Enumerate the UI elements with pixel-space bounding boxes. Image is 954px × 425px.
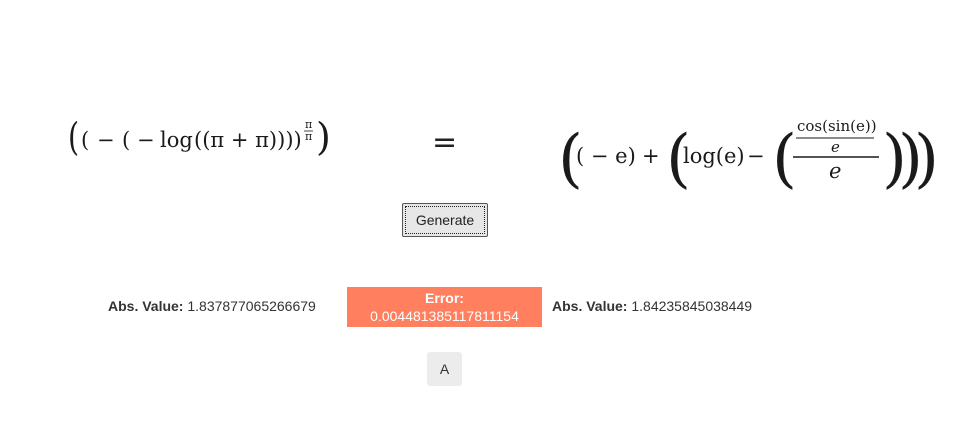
abs-value-right-label: Abs. Value: (552, 298, 628, 314)
lhs-minus-2: − (137, 128, 155, 152)
abs-value-left: Abs. Value: 1.837877065266679 (108, 298, 316, 314)
rhs-neg-e: ( − e) (576, 144, 636, 168)
lhs-exponent-denominator: π (305, 130, 312, 143)
abs-value-right: Abs. Value: 1.84235845038449 (552, 298, 752, 314)
rhs-paren-right-1: ) (914, 122, 936, 196)
lhs-minus-1: − (97, 128, 115, 152)
rhs-expression: ( ( − e) + ( log(e) − ( cos(sin(e)) e e … (556, 112, 939, 198)
lhs-inner: ((π + π)))) (194, 128, 302, 152)
rhs-inner-numerator: cos(sin(e)) (797, 117, 877, 135)
generate-button[interactable]: Generate (402, 203, 488, 237)
rhs-paren-left-3: ( (772, 122, 797, 196)
abs-value-left-label: Abs. Value: (108, 298, 184, 314)
error-box: Error: 0.004481385117811154 (347, 287, 542, 327)
equals-sign: = (432, 125, 458, 160)
error-label: Error: (425, 290, 464, 306)
error-value: 0.004481385117811154 (370, 308, 519, 324)
lhs-log: log (160, 128, 193, 152)
rhs-svg: ( ( − e) + ( log(e) − ( cos(sin(e)) e e … (558, 117, 939, 196)
app-stage: ( ( − ( − log ((π + π)))) π π ) = ( ( − … (0, 0, 954, 425)
lhs-open-3: ( (122, 128, 130, 152)
rhs-plus: + (642, 144, 660, 168)
lhs-close-outer: ) (316, 115, 331, 159)
rhs-outer-denominator: e (829, 159, 841, 183)
lhs-open-2: ( (81, 128, 89, 152)
abs-value-left-number: 1.837877065266679 (187, 298, 316, 314)
lhs-expression: ( ( − ( − log ((π + π)))) π π ) (66, 112, 336, 168)
abs-value-right-number: 1.84235845038449 (631, 298, 753, 314)
rhs-inner-denominator: e (831, 138, 840, 156)
a-button[interactable]: A (427, 352, 462, 386)
rhs-minus: − (747, 144, 765, 168)
lhs-svg: ( ( − ( − log ((π + π)))) π π ) (68, 115, 331, 159)
lhs-open-outer: ( (68, 115, 79, 159)
rhs-log-e: log(e) (683, 144, 745, 168)
